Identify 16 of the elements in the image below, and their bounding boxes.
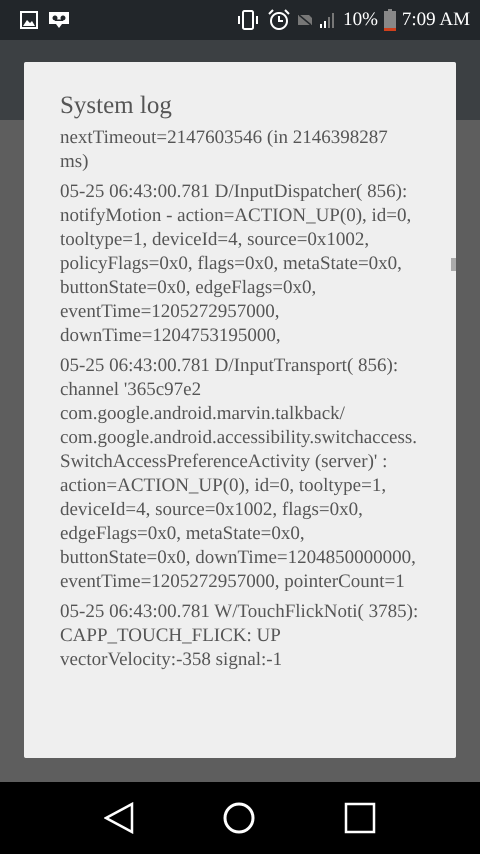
back-icon[interactable] <box>104 802 134 834</box>
voicemail-icon <box>48 11 70 29</box>
log-entry: nextTimeout=2147603546 (in 2146398287 ms) <box>60 126 389 174</box>
battery-percent: 10% <box>343 9 378 31</box>
recents-icon[interactable] <box>344 802 376 834</box>
battery-icon <box>384 9 396 31</box>
dialog-title: System log <box>60 92 173 120</box>
clock: 7:09 AM <box>402 9 470 31</box>
home-icon[interactable] <box>222 802 255 834</box>
alarm-clock-icon <box>267 9 292 31</box>
image-icon <box>20 11 38 29</box>
no-sim-icon <box>297 14 314 26</box>
log-entry: 05-25 06:43:00.781 D/InputDispatcher( 856): notifyMotion - action=ACTION_UP(0), id=0, tooltype=1, deviceId=4, source=0x1002, policyFlags=0x0, flags=0x0, metaState=0x0, buttonState=0x0, edgeFlags=0x0, eventTime=1205272957000, downTime=1204753195000, <box>60 180 412 348</box>
log-entry: 05-25 06:43:00.781 W/TouchFlickNoti( 3785): CAPP_TOUCH_FLICK: UP vectorVelocity:-358 signal:-1 <box>60 600 420 672</box>
scroll-bar <box>451 258 456 271</box>
log-entry: 05-25 06:43:00.781 D/InputTransport( 856): channel '365c97e2 com.google.android.marvin.talkback/ com.google.android.accessibility.switchaccess.SwitchAccessPreferenceActivity (server)' : action=ACTION_UP(0), id=0, tooltype=1, deviceId=4, source=0x1002, flags=0x0, edgeFlags=0x0, metaState=0x0, buttonState=0x0, downTime=1204850000000, eventTime=1205272957000, pointerCount=1 <box>60 354 418 594</box>
